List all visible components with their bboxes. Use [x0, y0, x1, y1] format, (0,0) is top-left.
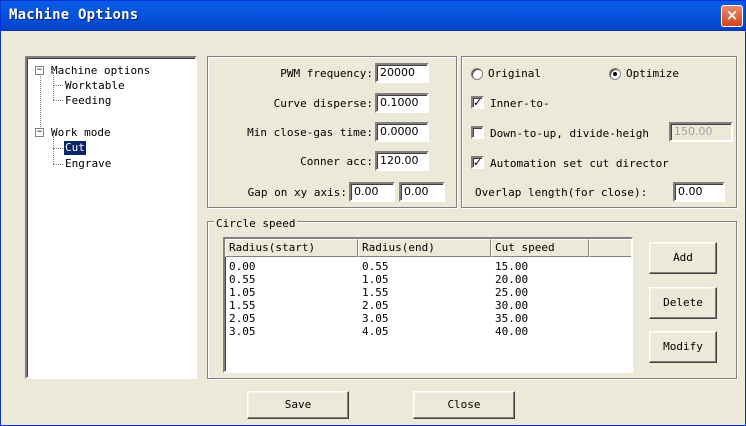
circle-speed-legend: Circle speed [214, 217, 298, 230]
cell-cut-speed: 35.00 [495, 312, 529, 325]
down-to-up-checkbox[interactable] [471, 126, 484, 139]
column-cut-speed[interactable]: Cut speed [491, 239, 589, 257]
tree-item-machine-options[interactable]: Machine options [51, 64, 150, 78]
optimize-radio[interactable] [609, 68, 621, 80]
collapse-work-mode-icon[interactable]: − [35, 128, 44, 137]
cell-radius-end: 1.05 [362, 273, 389, 286]
tree-line [40, 71, 41, 131]
cell-radius-start: 2.05 [229, 312, 256, 325]
close-button[interactable]: Close [413, 391, 515, 419]
tree-line [53, 136, 54, 164]
tree-item-engrave[interactable]: Engrave [65, 157, 111, 171]
overlap-length-label: Overlap length(for close): [475, 186, 648, 199]
title-bar[interactable]: Machine Options × [1, 1, 745, 31]
cell-radius-start: 1.05 [229, 286, 256, 299]
delete-button[interactable]: Delete [649, 287, 717, 319]
tree-item-worktable[interactable]: Worktable [65, 79, 125, 93]
cell-cut-speed: 15.00 [495, 260, 529, 273]
overlap-length-input[interactable]: 0.00 [673, 182, 725, 202]
cell-radius-start: 0.00 [229, 260, 256, 273]
curve-disperse-input[interactable]: 0.1000 [375, 93, 429, 113]
column-extra[interactable] [589, 239, 631, 257]
add-button[interactable]: Add [649, 242, 717, 274]
tree-line [53, 100, 63, 101]
pwm-frequency-input[interactable]: 20000 [375, 63, 429, 83]
modify-button[interactable]: Modify [649, 331, 717, 363]
tree-line [53, 164, 63, 165]
tree-line [53, 85, 63, 86]
cell-radius-end: 2.05 [362, 299, 389, 312]
conner-acc-input[interactable]: 120.00 [375, 151, 429, 171]
min-close-gas-time-label: Min close-gas time: [247, 126, 373, 139]
machine-options-dialog: Machine Options × − Machine options Work… [0, 0, 746, 426]
cell-cut-speed: 40.00 [495, 325, 529, 338]
original-label[interactable]: Original [488, 67, 541, 80]
automation-label[interactable]: Automation set cut director [490, 157, 669, 170]
options-tree[interactable]: − Machine options Worktable Feeding − Wo… [25, 56, 197, 379]
circle-speed-table[interactable]: Radius(start) Radius(end) Cut speed 0.00… [223, 237, 633, 373]
cell-radius-start: 0.55 [229, 273, 256, 286]
min-close-gas-time-input[interactable]: 0.0000 [375, 122, 429, 142]
tree-line [53, 148, 63, 149]
cell-radius-end: 1.55 [362, 286, 389, 299]
inner-to-checkbox[interactable]: ✓ [471, 96, 484, 109]
cell-cut-speed: 25.00 [495, 286, 529, 299]
cell-radius-start: 3.05 [229, 325, 256, 338]
column-radius-end[interactable]: Radius(end) [358, 239, 491, 257]
automation-checkbox[interactable]: ✓ [471, 156, 484, 169]
column-radius-start[interactable]: Radius(start) [225, 239, 358, 257]
close-window-icon[interactable]: × [721, 5, 743, 27]
inner-to-label[interactable]: Inner-to- [490, 97, 550, 110]
save-button[interactable]: Save [247, 391, 349, 419]
cell-cut-speed: 30.00 [495, 299, 529, 312]
radio-dot-icon [613, 72, 617, 76]
gap-y-input[interactable]: 0.00 [399, 182, 445, 202]
tree-item-work-mode[interactable]: Work mode [51, 126, 111, 140]
window-title: Machine Options [9, 7, 139, 23]
gap-xy-label: Gap on xy axis: [247, 186, 347, 199]
optimize-label[interactable]: Optimize [626, 67, 679, 80]
gap-x-input[interactable]: 0.00 [349, 182, 395, 202]
cell-cut-speed: 20.00 [495, 273, 529, 286]
cell-radius-end: 0.55 [362, 260, 389, 273]
cell-radius-end: 4.05 [362, 325, 389, 338]
down-to-up-label[interactable]: Down-to-up, divide-heigh [490, 127, 649, 140]
divide-height-input[interactable]: 150.00 [669, 122, 733, 142]
pwm-frequency-label: PWM frequency: [280, 67, 373, 80]
cell-radius-end: 3.05 [362, 312, 389, 325]
collapse-machine-options-icon[interactable]: − [35, 66, 44, 75]
curve-disperse-label: Curve disperse: [273, 97, 373, 110]
original-radio[interactable] [471, 68, 483, 80]
conner-acc-label: Conner acc: [300, 155, 373, 168]
tree-item-cut[interactable]: Cut [64, 141, 86, 155]
cell-radius-start: 1.55 [229, 299, 256, 312]
tree-item-feeding[interactable]: Feeding [65, 94, 111, 108]
